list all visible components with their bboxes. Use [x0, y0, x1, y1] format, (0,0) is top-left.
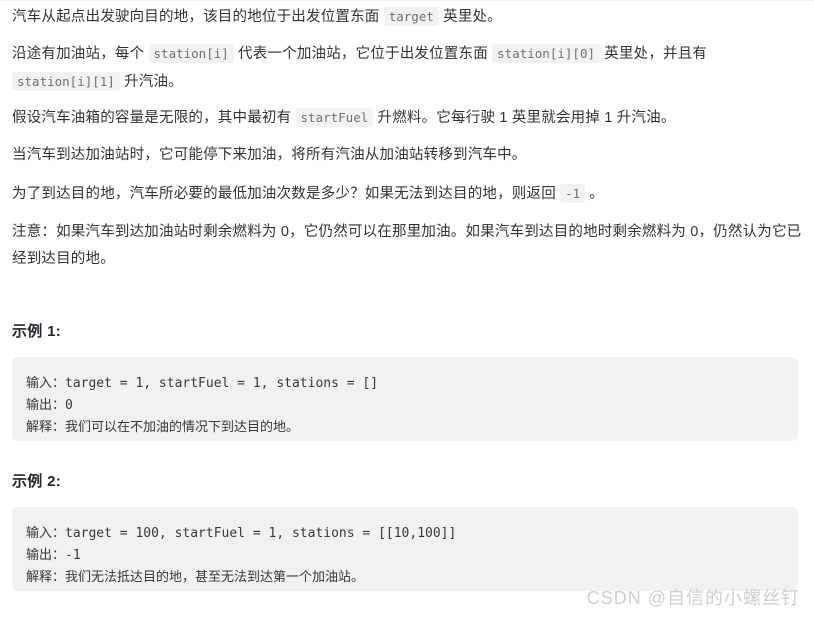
- paragraph-text: 为了到达目的地，汽车所必要的最低加油次数是多少？如果无法到达目的地，则返回: [12, 186, 561, 202]
- inline-code: target: [383, 7, 439, 26]
- paragraph-3: 假设汽车油箱的容量是无限的，其中最初有 startFuel 升燃料。它每行驶 1…: [0, 104, 814, 132]
- inline-code: station[i][1]: [12, 72, 120, 91]
- top-divider: [0, 0, 814, 1]
- paragraph-text: 英里处，并且有: [600, 46, 708, 62]
- code-line-input: 输入：target = 100, startFuel = 1, stations…: [26, 526, 457, 541]
- inline-code: station[i]: [148, 44, 234, 63]
- example-1-heading: 示例 1:: [12, 323, 62, 340]
- paragraph-text: 假设汽车油箱的容量是无限的，其中最初有: [12, 110, 296, 126]
- paragraph-4: 当汽车到达加油站时，它可能停下来加油，将所有汽油从加油站转移到汽车中。: [0, 142, 814, 169]
- example-2-heading: 示例 2:: [12, 473, 62, 490]
- csdn-watermark: CSDN @自信的小螺丝钉: [586, 588, 800, 608]
- inline-code: startFuel: [295, 108, 374, 127]
- code-line-output: 输出：0: [26, 398, 73, 413]
- paragraph-1: 汽车从起点出发驶向目的地，该目的地位于出发位置东面 target 英里处。: [0, 3, 814, 31]
- inline-code: -1: [560, 184, 586, 203]
- paragraph-text: 代表一个加油站，它位于出发位置东面: [233, 46, 493, 62]
- code-line-explanation: 解释：我们可以在不加油的情况下到达目的地。: [26, 420, 300, 435]
- paragraph-note: 注意：如果汽车到达加油站时剩余燃料为 0，它仍然可以在那里加油。如果汽车到达目的…: [0, 219, 814, 273]
- paragraph-text: 沿途有加油站，每个: [12, 46, 149, 62]
- paragraph-text: 汽车从起点出发驶向目的地，该目的地位于出发位置东面: [12, 9, 384, 25]
- inline-code: station[i][0]: [492, 44, 600, 63]
- paragraph-text: 升燃料。它每行驶 1 英里就会用掉 1 升汽油。: [373, 110, 676, 126]
- code-line-output: 输出：-1: [26, 548, 81, 563]
- paragraph-text: 注意：如果汽车到达加油站时剩余燃料为 0，它仍然可以在那里加油。如果汽车到达目的…: [12, 224, 802, 267]
- paragraph-2: 沿途有加油站，每个 station[i] 代表一个加油站，它位于出发位置东面 s…: [0, 40, 814, 96]
- example-2-codeblock: 输入：target = 100, startFuel = 1, stations…: [12, 507, 798, 591]
- paragraph-text: 英里处。: [438, 9, 502, 25]
- paragraph-text: 。: [585, 186, 605, 202]
- paragraph-text: 升汽油。: [119, 74, 183, 90]
- code-line-input: 输入：target = 1, startFuel = 1, stations =…: [26, 376, 379, 391]
- paragraph-text: 当汽车到达加油站时，它可能停下来加油，将所有汽油从加油站转移到汽车中。: [12, 147, 527, 163]
- example-1-codeblock: 输入：target = 1, startFuel = 1, stations =…: [12, 357, 798, 441]
- paragraph-5: 为了到达目的地，汽车所必要的最低加油次数是多少？如果无法到达目的地，则返回 -1…: [0, 180, 814, 208]
